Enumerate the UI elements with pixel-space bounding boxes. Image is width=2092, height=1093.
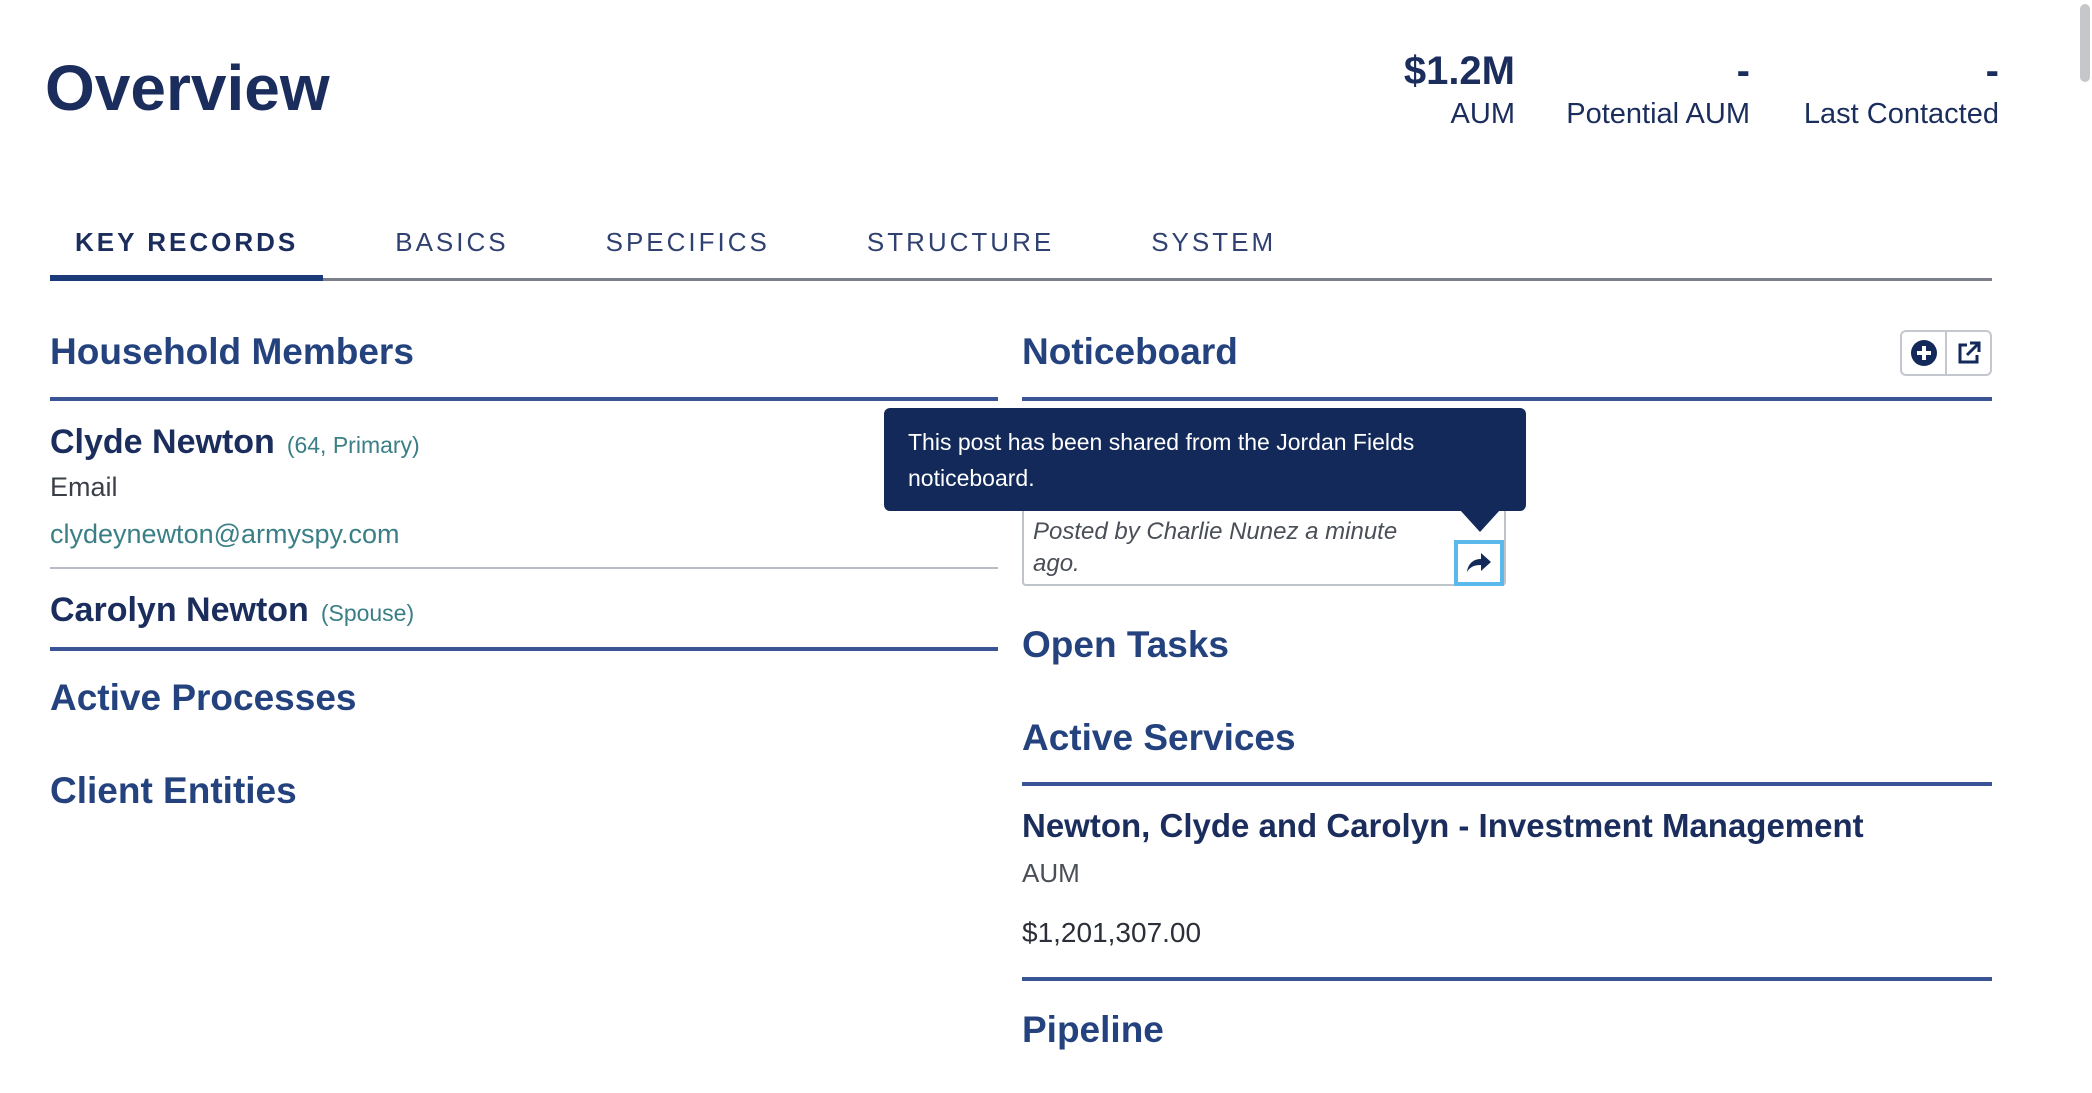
- tab-bar: KEY RECORDS BASICS SPECIFICS STRUCTURE S…: [50, 212, 1992, 281]
- tab-specifics[interactable]: SPECIFICS: [581, 212, 795, 278]
- stat-aum-label: AUM: [1450, 98, 1515, 130]
- stat-potential-aum-value: -: [1736, 49, 1750, 93]
- service-aum-value: $1,201,307.00: [1022, 917, 1202, 948]
- member-divider: [50, 567, 998, 569]
- services-bottom-divider: [1022, 977, 1992, 981]
- household-bottom-divider: [50, 647, 998, 651]
- stat-last-contacted: - Last Contacted: [1804, 46, 1999, 132]
- stat-potential-aum: - Potential AUM: [1566, 46, 1750, 132]
- stat-last-contacted-value: -: [1985, 49, 1999, 93]
- member-name[interactable]: Carolyn Newton: [50, 591, 309, 629]
- plus-circle-icon: [1910, 340, 1937, 366]
- noticeboard-title[interactable]: Noticeboard: [1022, 329, 1238, 375]
- active-processes-title[interactable]: Active Processes: [50, 675, 356, 721]
- email-label: Email: [50, 472, 118, 502]
- stat-aum: $1.2M AUM: [1404, 46, 1515, 132]
- tooltip-arrow: [1460, 510, 1500, 532]
- shared-post-button[interactable]: [1454, 540, 1504, 586]
- member-carolyn: Carolyn Newton (Spouse): [50, 588, 414, 635]
- stat-last-contacted-label: Last Contacted: [1803, 98, 1999, 130]
- noticeboard-divider: [1022, 397, 1992, 401]
- add-post-button[interactable]: [1902, 332, 1945, 374]
- household-members-title[interactable]: Household Members: [50, 329, 414, 375]
- noticeboard-actions: [1900, 330, 1992, 376]
- page-scrollbar[interactable]: [2078, 0, 2092, 1093]
- client-entities-title[interactable]: Client Entities: [50, 768, 297, 814]
- stat-aum-value: $1.2M: [1403, 49, 1515, 93]
- services-divider: [1022, 782, 1992, 786]
- tab-structure[interactable]: STRUCTURE: [842, 212, 1079, 278]
- service-aum-label: AUM: [1022, 858, 1080, 888]
- stat-potential-aum-label: Potential AUM: [1566, 98, 1750, 130]
- page-title: Overview: [45, 52, 330, 124]
- tab-basics[interactable]: BASICS: [370, 212, 533, 278]
- tab-system[interactable]: SYSTEM: [1126, 212, 1301, 278]
- overview-page: Overview $1.2M AUM - Potential AUM - Las…: [0, 0, 2092, 1093]
- shared-post-tooltip: This post has been shared from the Jorda…: [884, 408, 1526, 511]
- tab-key-records[interactable]: KEY RECORDS: [50, 212, 324, 281]
- member-name[interactable]: Clyde Newton: [50, 423, 275, 461]
- scrollbar-thumb[interactable]: [2080, 4, 2090, 82]
- open-tasks-title[interactable]: Open Tasks: [1022, 622, 1229, 668]
- pipeline-title[interactable]: Pipeline: [1022, 1007, 1164, 1053]
- external-link-icon: [1958, 341, 1980, 364]
- post-meta: Posted by Charlie Nunez a minute ago.: [1033, 518, 1398, 577]
- active-services-title[interactable]: Active Services: [1022, 715, 1296, 761]
- member-clyde: Clyde Newton (64, Primary): [50, 420, 420, 467]
- household-divider: [50, 397, 998, 401]
- member-meta: (64, Primary): [286, 432, 420, 458]
- email-link[interactable]: clydeynewton@armyspy.com: [50, 517, 400, 551]
- share-arrow-icon: [1467, 553, 1491, 572]
- open-noticeboard-button[interactable]: [1945, 332, 1990, 374]
- member-meta: (Spouse): [320, 600, 415, 626]
- service-name[interactable]: Newton, Clyde and Carolyn - Investment M…: [1022, 804, 1864, 848]
